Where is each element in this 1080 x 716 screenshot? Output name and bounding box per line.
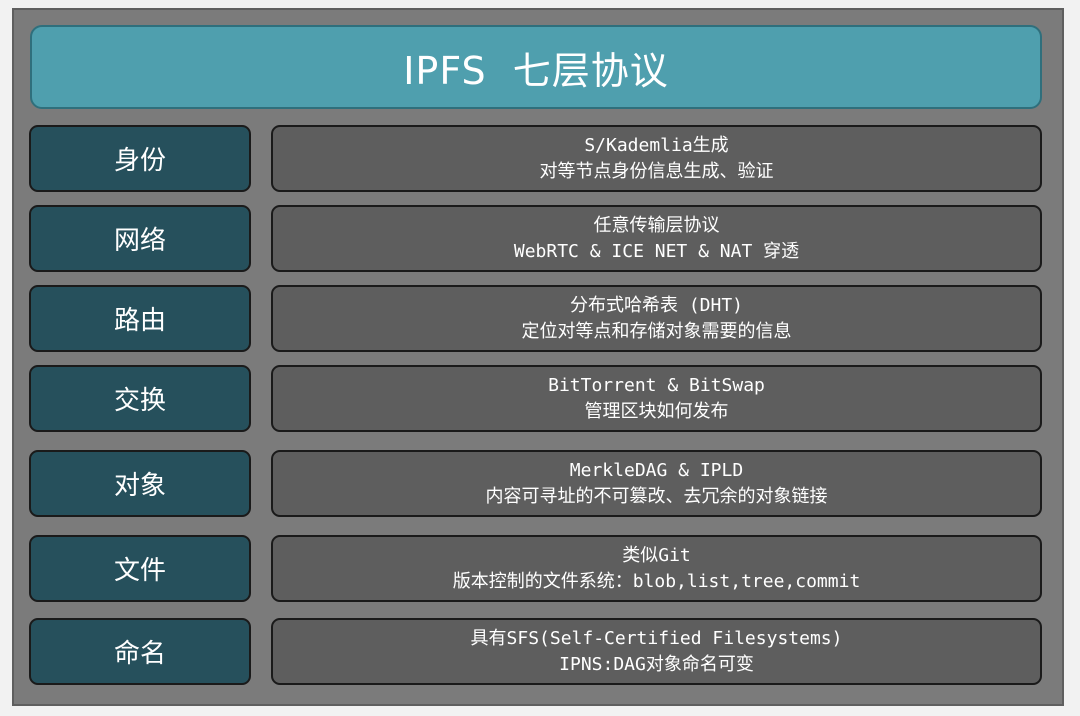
layer-desc-line1: 具有SFS(Self-Certified Filesystems) bbox=[470, 627, 843, 649]
layer-desc-line1: BitTorrent & BitSwap bbox=[548, 374, 765, 396]
layer-label-object: 对象 bbox=[29, 450, 251, 517]
layer-label-exchange: 交换 bbox=[29, 365, 251, 432]
layer-desc-line1: S/Kademlia生成 bbox=[584, 134, 729, 156]
layer-label-routing: 路由 bbox=[29, 285, 251, 352]
layer-desc-line2: 版本控制的文件系统：blob,list,tree,commit bbox=[452, 570, 861, 592]
layer-desc-object: MerkleDAG & IPLD 内容可寻址的不可篡改、去冗余的对象链接 bbox=[271, 450, 1042, 517]
layer-desc-naming: 具有SFS(Self-Certified Filesystems) IPNS:D… bbox=[271, 618, 1042, 685]
layer-desc-routing: 分布式哈希表 (DHT) 定位对等点和存储对象需要的信息 bbox=[271, 285, 1042, 352]
layer-desc-identity: S/Kademlia生成 对等节点身份信息生成、验证 bbox=[271, 125, 1042, 192]
layer-desc-file: 类似Git 版本控制的文件系统：blob,list,tree,commit bbox=[271, 535, 1042, 602]
layer-desc-line2: 对等节点身份信息生成、验证 bbox=[539, 160, 774, 182]
layer-label-file: 文件 bbox=[29, 535, 251, 602]
layer-label-network: 网络 bbox=[29, 205, 251, 272]
layer-desc-line2: 管理区块如何发布 bbox=[584, 400, 729, 422]
layer-desc-line1: 类似Git bbox=[622, 544, 691, 566]
layer-desc-line2: WebRTC & ICE NET & NAT 穿透 bbox=[513, 240, 800, 262]
layer-label-identity: 身份 bbox=[29, 125, 251, 192]
layer-desc-line1: 分布式哈希表 (DHT) bbox=[569, 294, 744, 316]
layer-desc-line2: 定位对等点和存储对象需要的信息 bbox=[521, 320, 792, 342]
diagram-title: IPFS 七层协议 bbox=[30, 25, 1042, 109]
layer-desc-line1: MerkleDAG & IPLD bbox=[569, 459, 744, 481]
layer-desc-line1: 任意传输层协议 bbox=[593, 214, 720, 236]
layer-desc-line2: IPNS:DAG对象命名可变 bbox=[559, 653, 754, 675]
layer-desc-exchange: BitTorrent & BitSwap 管理区块如何发布 bbox=[271, 365, 1042, 432]
layer-desc-network: 任意传输层协议 WebRTC & ICE NET & NAT 穿透 bbox=[271, 205, 1042, 272]
layer-label-naming: 命名 bbox=[29, 618, 251, 685]
layer-desc-line2: 内容可寻址的不可篡改、去冗余的对象链接 bbox=[485, 485, 828, 507]
